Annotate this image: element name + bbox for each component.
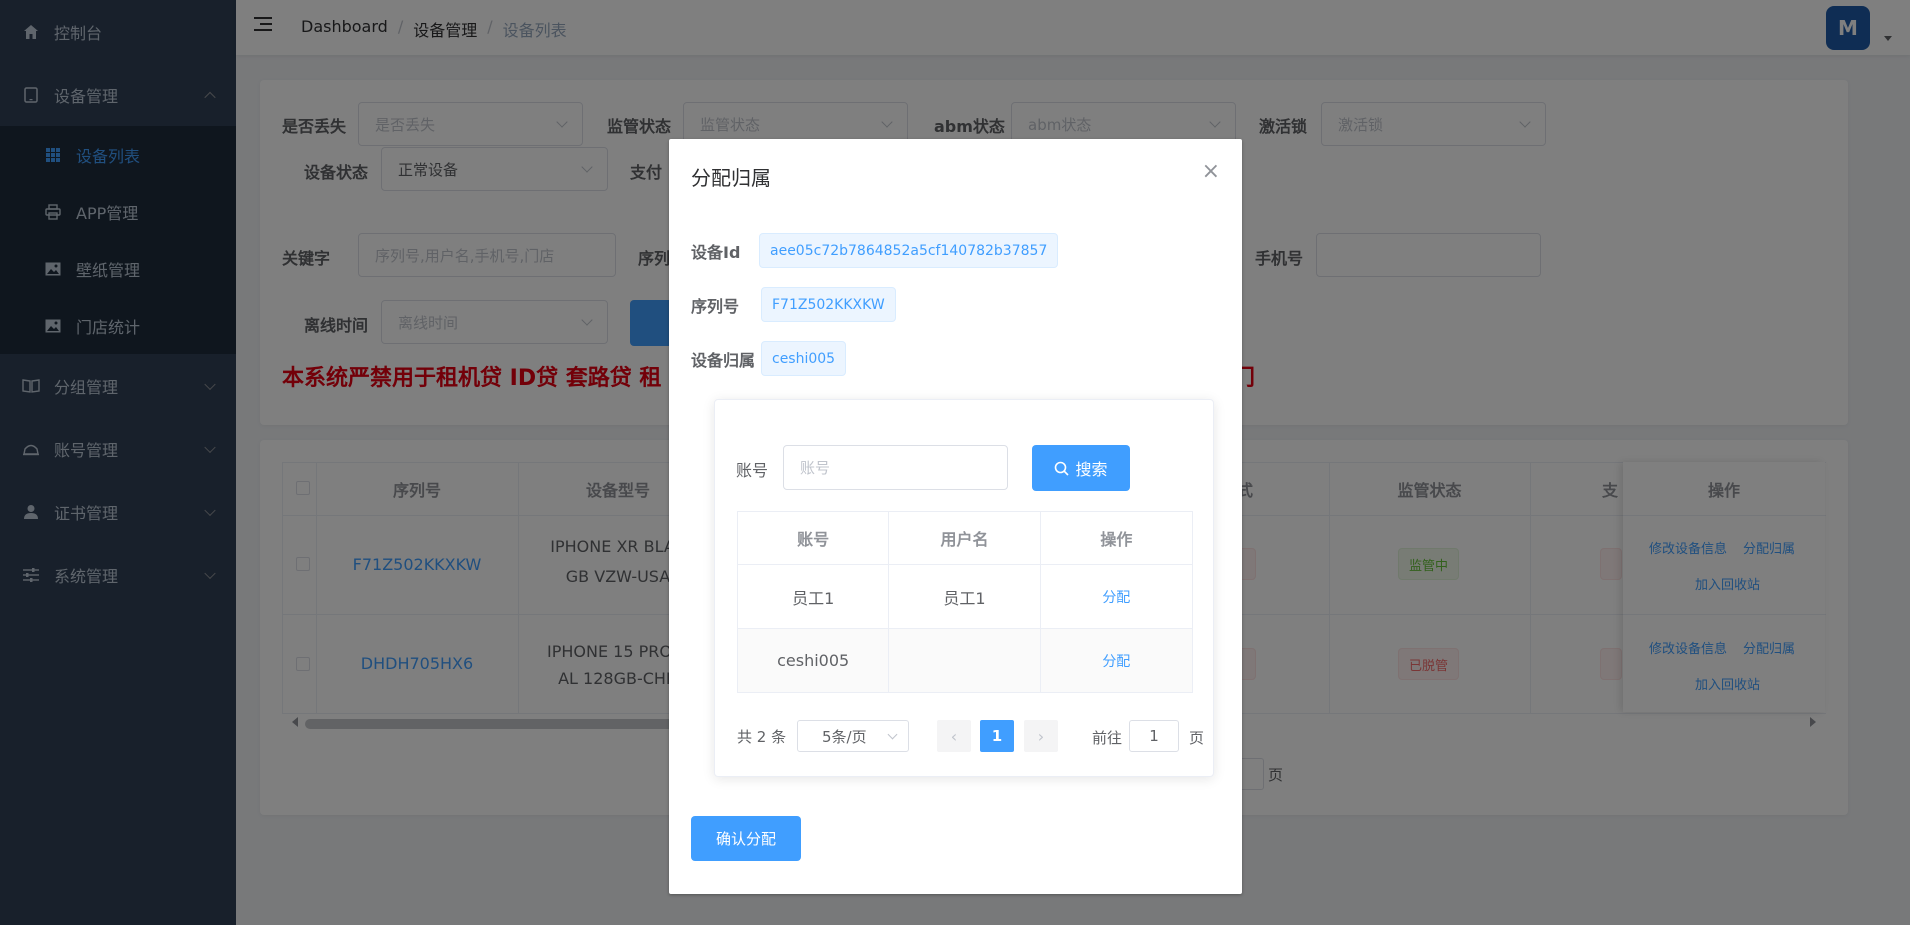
username-cell [889,629,1041,692]
close-icon[interactable]: × [1202,161,1220,183]
assign-link[interactable]: 分配 [1102,651,1130,671]
search-button-label: 搜索 [1075,460,1108,479]
assign-link[interactable]: 分配 [1102,587,1130,607]
goto-page-suffix: 页 [1189,729,1205,747]
page-number-1[interactable]: 1 [980,720,1014,752]
serial-label: 序列号 [691,297,740,316]
search-button[interactable]: 搜索 [1032,445,1130,491]
username-cell: 员工1 [889,565,1041,628]
goto-label: 前往 [1092,729,1123,747]
pagination-total: 共 2 条 [737,728,787,746]
pagination: 共 2 条 5条/页 ‹ 1 › 前往 1 页 [737,720,1207,752]
account-cell: 员工1 [738,565,890,628]
table-row: ceshi005 分配 [738,629,1192,692]
col-action: 操作 [1100,530,1133,549]
page-size-select[interactable]: 5条/页 [797,720,909,752]
account-table: 账号 用户名 操作 员工1 员工1 分配 ceshi005 分配 [737,511,1193,693]
prev-page-button[interactable]: ‹ [937,720,971,752]
search-icon [1055,461,1070,476]
device-id-tag: aee05c72b7864852a5cf140782b37857 [759,233,1059,268]
device-id-label: 设备Id [691,243,741,262]
account-search-input[interactable]: 账号 [783,445,1008,490]
col-account: 账号 [738,512,890,564]
owner-tag: ceshi005 [761,341,847,376]
table-header-row: 账号 用户名 操作 [738,512,1192,565]
goto-page-input[interactable]: 1 [1129,720,1179,752]
table-row: 员工1 员工1 分配 [738,565,1192,629]
account-cell: ceshi005 [738,629,890,692]
confirm-assign-button[interactable]: 确认分配 [691,816,801,861]
col-username: 用户名 [889,512,1041,564]
assign-owner-dialog: 分配归属 × 设备Id aee05c72b7864852a5cf140782b3… [669,139,1242,894]
dialog-title: 分配归属 [691,166,771,190]
owner-label: 设备归属 [691,351,756,370]
account-label: 账号 [736,461,769,480]
account-search-card: 账号 账号 搜索 账号 用户名 操作 员工1 员工1 分配 ceshi005 分… [714,399,1214,777]
serial-tag: F71Z502KKXKW [761,287,896,322]
next-page-button[interactable]: › [1024,720,1058,752]
